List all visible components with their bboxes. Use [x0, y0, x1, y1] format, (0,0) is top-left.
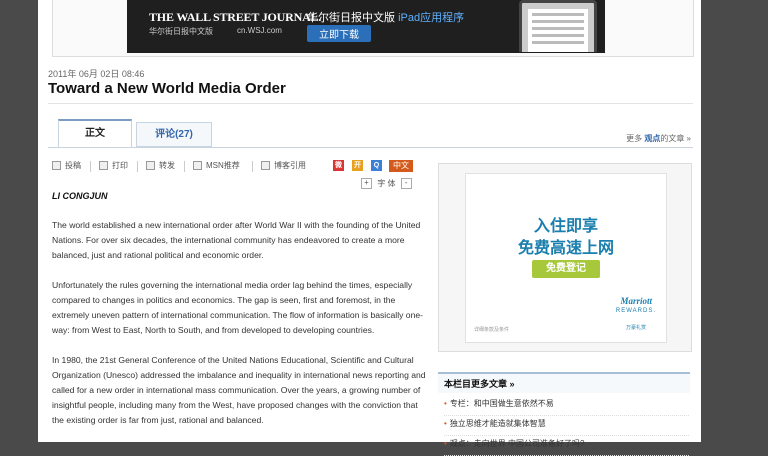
print-button[interactable]: 打印 — [99, 160, 128, 171]
more-category: 观点 — [644, 134, 661, 143]
article-paragraph: Unfortunately the rules governing the in… — [52, 280, 423, 335]
font-size-control: + 字 体 - — [358, 178, 415, 190]
msn-icon — [193, 161, 202, 170]
sidebar-ad-container: 入住即享 免费高速上网 免费登记 Marriott REWARDS. 万豪礼赏 … — [438, 163, 692, 352]
toolbar-label: 打印 — [112, 161, 128, 170]
forward-button[interactable]: 转发 — [146, 160, 175, 171]
toolbar-label: 转发 — [159, 161, 175, 170]
marriott-rewards-label: REWARDS. — [615, 308, 656, 314]
ipad-image — [519, 0, 597, 52]
divider — [48, 103, 693, 104]
font-decrease-button[interactable]: - — [400, 178, 412, 190]
download-button[interactable]: 立即下载 — [307, 25, 371, 42]
ipad-promo-prefix: 华尔街日报中文版 — [307, 12, 395, 24]
font-size-label: 字 体 — [377, 179, 396, 188]
article-page: THE WALL STREET JOURNAL. 华尔街日报中文版 cn.WSJ… — [38, 0, 701, 456]
ipad-promo-accent: iPad应用程序 — [398, 12, 465, 24]
list-item-label: 观点：走向世界 中国公司准备好了吗? — [449, 439, 585, 448]
divider — [184, 161, 185, 172]
marriott-cn-label: 万豪礼赏 — [625, 325, 646, 331]
mail-icon — [146, 161, 155, 170]
author-byline: LI CONGJUN — [52, 191, 108, 201]
list-item-label: 专栏：和中国做生意依然不易 — [449, 399, 554, 408]
list-item[interactable]: • 专栏：和中国做生意依然不易 — [444, 396, 689, 416]
tab-comments[interactable]: 评论(27) — [136, 122, 212, 147]
ipad-promo-text: 华尔街日报中文版 iPad应用程序 — [307, 9, 464, 25]
wsj-url: cn.WSJ.com — [237, 26, 282, 35]
bullet-icon: • — [444, 439, 447, 448]
more-suffix: 的文章 » — [660, 134, 691, 143]
divider — [90, 161, 91, 172]
pencil-icon — [52, 161, 61, 170]
wsj-ipad-banner-ad[interactable]: THE WALL STREET JOURNAL. 华尔街日报中文版 cn.WSJ… — [127, 0, 605, 53]
article-paragraph: The world established a new internationa… — [52, 220, 421, 260]
tab-main-text[interactable]: 正文 — [58, 119, 132, 148]
divider — [252, 161, 253, 172]
wsj-chinese-name: 华尔街日报中文版 — [149, 27, 213, 36]
marriott-logo: Marriott — [620, 296, 652, 306]
sidebar-heading[interactable]: 本栏目更多文章 » — [438, 372, 690, 393]
toolbar-label: MSN推荐 — [206, 161, 240, 170]
divider — [137, 161, 138, 172]
page-title: Toward a New World Media Order — [48, 80, 286, 97]
blog-icon — [261, 161, 270, 170]
submit-article-button[interactable]: 投稿 — [52, 160, 81, 171]
bullet-icon: • — [444, 419, 447, 428]
ad-register-button[interactable]: 免费登记 — [532, 260, 600, 278]
article-body: The world established a new internationa… — [52, 218, 427, 443]
banner-area: THE WALL STREET JOURNAL. 华尔街日报中文版 cn.WSJ… — [52, 0, 694, 57]
more-prefix: 更多 — [626, 134, 643, 143]
ad-terms: 详细条款及条件 — [474, 327, 510, 333]
chinese-version-button[interactable]: 中文 — [389, 160, 413, 172]
qq-share-icon[interactable]: Q — [371, 160, 382, 171]
list-item-label: 独立思维才能造就集体智慧 — [449, 419, 546, 428]
toolbar-label: 投稿 — [65, 161, 81, 170]
wsj-logo: THE WALL STREET JOURNAL. — [149, 10, 322, 24]
tabs-divider — [48, 147, 693, 148]
article-paragraph: In 1980, the 21st General Conference of … — [52, 355, 426, 425]
bullet-icon: • — [444, 399, 447, 408]
list-item[interactable]: • 独立思维才能造就集体智慧 — [444, 416, 689, 436]
article-date: 2011年 06月 02日 08:46 — [48, 69, 145, 79]
sidebar-heading-label: 本栏目更多文章 » — [444, 379, 515, 389]
sidebar-article-list: • 专栏：和中国做生意依然不易 • 独立思维才能造就集体智慧 • 观点：走向世界 中国… — [444, 396, 689, 456]
zh-label: 中文 — [393, 161, 409, 170]
blog-quote-button[interactable]: 博客引用 — [261, 160, 306, 171]
kaixin-share-icon[interactable]: 开 — [352, 160, 363, 171]
list-item[interactable]: • 观点：走向世界 中国公司准备好了吗? — [444, 436, 689, 456]
font-increase-button[interactable]: + — [361, 178, 372, 190]
weibo-share-icon[interactable]: 微 — [333, 160, 344, 171]
ad-subheadline: 免费高速上网 — [517, 240, 614, 257]
msn-recommend-button[interactable]: MSN推荐 — [193, 160, 240, 171]
more-opinion-articles-link[interactable]: 更多 观点的文章 » — [626, 133, 691, 144]
marriott-ad[interactable]: 入住即享 免费高速上网 免费登记 Marriott REWARDS. 万豪礼赏 … — [465, 173, 667, 343]
ad-headline: 入住即享 — [533, 218, 598, 235]
printer-icon — [99, 161, 108, 170]
toolbar-label: 博客引用 — [274, 161, 306, 170]
